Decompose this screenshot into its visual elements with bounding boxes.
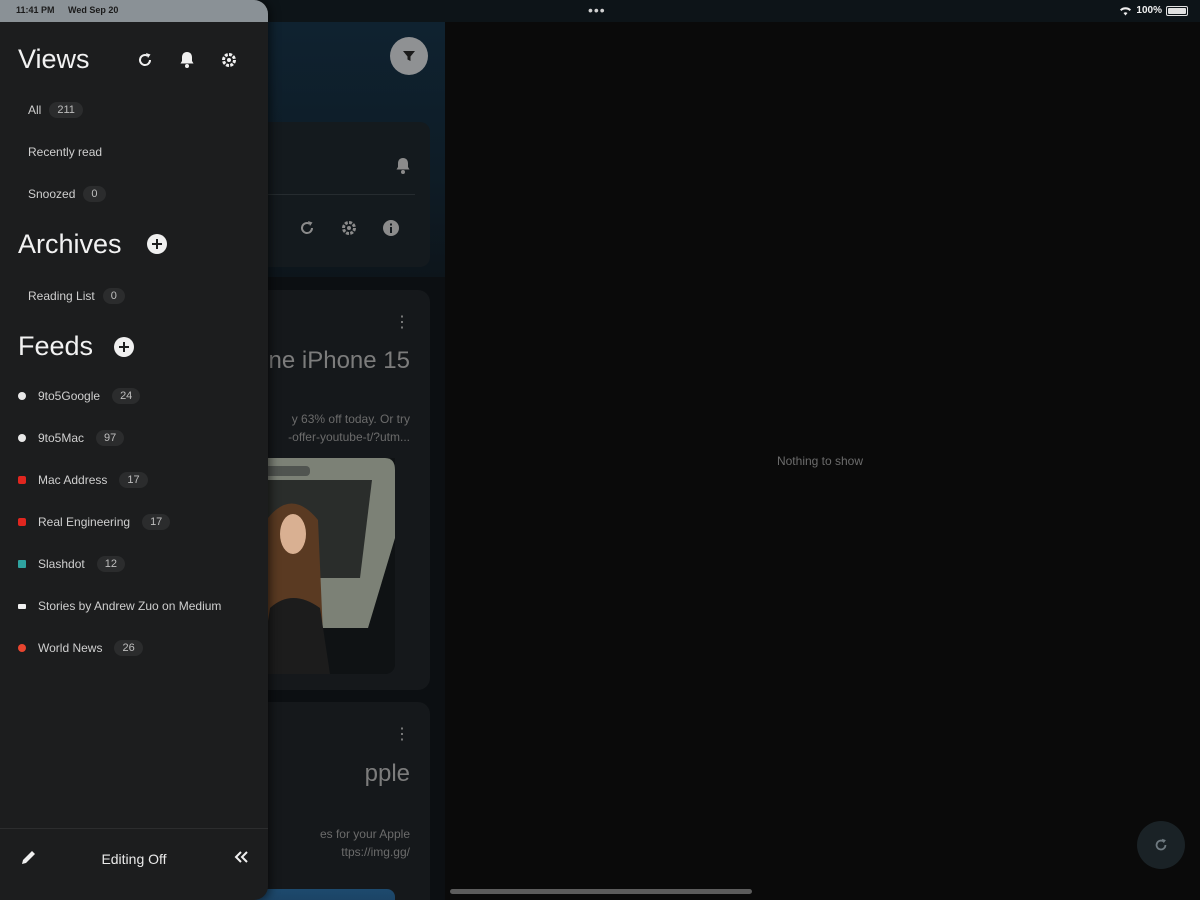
feed-item-real-engineering[interactable]: Real Engineering 17 <box>18 509 171 535</box>
multitasking-dots[interactable]: ••• <box>588 2 606 18</box>
status-indicators: 100% <box>1119 5 1188 16</box>
archive-label: Reading List <box>28 289 95 303</box>
medium-icon <box>18 603 26 609</box>
feed-favicon-icon <box>18 392 26 400</box>
feed-item-slashdot[interactable]: Slashdot 12 <box>18 551 125 577</box>
feed-label: Real Engineering <box>38 515 131 529</box>
drawer-status-bar: 11:41 PM Wed Sep 20 <box>0 0 268 22</box>
count-badge: 0 <box>83 186 106 202</box>
divider <box>250 194 415 195</box>
more-options-icon[interactable]: ⋮ <box>394 312 410 332</box>
article-card[interactable]: ⋮ pple es for your Apple ttps://img.gg/ <box>250 702 430 900</box>
view-item-recently-read[interactable]: Recently read <box>18 139 102 165</box>
count-badge: 97 <box>96 430 125 446</box>
editing-toggle[interactable]: Editing Off <box>0 851 268 867</box>
refresh-icon[interactable] <box>298 219 316 237</box>
feed-label: Slashdot <box>38 557 85 571</box>
view-item-snoozed[interactable]: Snoozed 0 <box>18 181 106 207</box>
add-feed-icon[interactable] <box>113 336 135 358</box>
bell-icon[interactable] <box>176 49 198 71</box>
count-badge: 0 <box>102 288 125 304</box>
add-archive-icon[interactable] <box>146 233 168 255</box>
feed-favicon-icon <box>18 434 26 442</box>
archives-heading: Archives <box>18 229 122 259</box>
count-badge: 211 <box>49 102 83 118</box>
wifi-icon <box>1120 6 1132 15</box>
article-snippet: es for your Apple <box>319 827 410 841</box>
archive-item-reading-list[interactable]: Reading List 0 <box>18 283 125 309</box>
refresh-button[interactable] <box>1137 821 1185 869</box>
article-title: ne iPhone 15 <box>268 347 410 374</box>
feed-label: 9to5Mac <box>38 431 85 445</box>
sidebar-drawer: 11:41 PM Wed Sep 20 Views All 211 Recent… <box>0 0 268 900</box>
feed-item-mac-address[interactable]: Mac Address 17 <box>18 467 148 493</box>
feed-favicon-icon <box>18 644 26 652</box>
battery-icon <box>1166 5 1188 16</box>
collapse-sidebar-icon[interactable] <box>232 848 250 866</box>
gear-icon[interactable] <box>218 49 240 71</box>
article-snippet: y 63% off today. Or try <box>291 412 410 426</box>
count-badge: 12 <box>96 556 125 572</box>
battery-percent: 100% <box>1136 5 1162 16</box>
youtube-icon <box>18 476 26 484</box>
article-snippet: ttps://img.gg/ <box>341 845 410 859</box>
gear-icon[interactable] <box>340 219 358 237</box>
feed-item-9to5google[interactable]: 9to5Google 24 <box>18 383 141 409</box>
view-item-all[interactable]: All 211 <box>18 97 83 123</box>
bell-icon[interactable] <box>395 157 411 175</box>
count-badge: 17 <box>119 472 148 488</box>
refresh-icon <box>1155 838 1167 851</box>
article-content-pane: Nothing to show <box>445 22 1200 900</box>
feed-label: Mac Address <box>38 473 108 487</box>
article-snippet: -offer-youtube-t/?utm... <box>288 430 410 444</box>
views-heading: Views <box>18 44 90 74</box>
info-icon[interactable] <box>382 219 400 237</box>
feed-label: Stories by Andrew Zuo on Medium <box>38 599 222 613</box>
status-time: 11:41 PM <box>16 5 55 15</box>
count-badge: 26 <box>114 640 143 656</box>
view-label: Snoozed <box>28 187 76 201</box>
article-card[interactable]: ⋮ ne iPhone 15 y 63% off today. Or try -… <box>250 290 430 690</box>
filter-button[interactable] <box>390 37 428 75</box>
article-title: pple <box>364 760 410 787</box>
feed-label: 9to5Google <box>38 389 101 403</box>
count-badge: 24 <box>112 388 141 404</box>
drawer-footer: Editing Off <box>0 828 268 900</box>
filter-icon <box>403 51 415 61</box>
feed-label: World News <box>38 641 103 655</box>
count-badge: 17 <box>142 514 171 530</box>
article-thumbnail <box>250 458 395 674</box>
refresh-icon[interactable] <box>134 49 156 71</box>
youtube-icon <box>18 518 26 526</box>
feed-item-world-news[interactable]: World News 26 <box>18 635 143 661</box>
more-options-icon[interactable]: ⋮ <box>394 724 410 744</box>
feed-item-andrew-zuo-medium[interactable]: Stories by Andrew Zuo on Medium <box>18 593 221 619</box>
feed-item-9to5mac[interactable]: 9to5Mac 97 <box>18 425 125 451</box>
view-label: Recently read <box>28 145 103 159</box>
status-date: Wed Sep 20 <box>68 5 119 15</box>
feeds-heading: Feeds <box>18 331 94 361</box>
view-label: All <box>28 103 42 117</box>
slashdot-icon <box>18 560 26 568</box>
article-thumbnail <box>250 889 395 900</box>
empty-state-text: Nothing to show <box>776 454 864 468</box>
home-indicator[interactable] <box>450 889 752 894</box>
